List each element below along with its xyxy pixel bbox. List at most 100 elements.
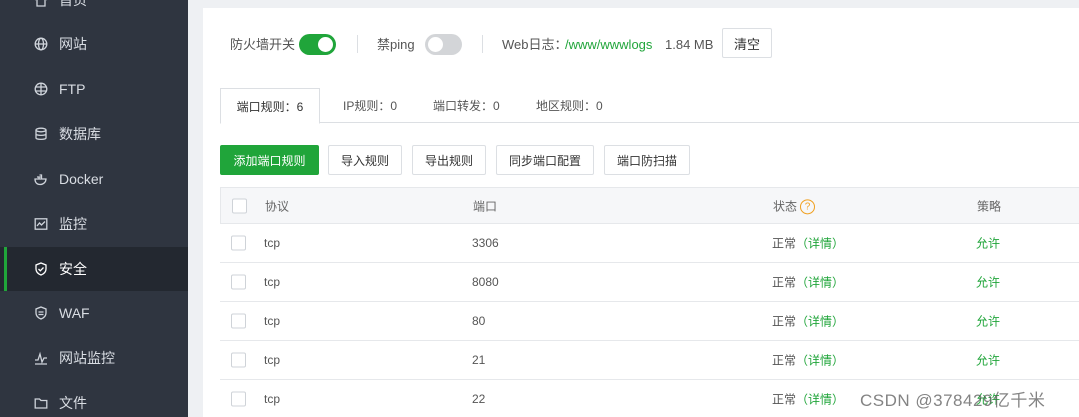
cell-policy: 允许	[976, 353, 1001, 368]
divider	[357, 35, 358, 53]
row-checkbox[interactable]	[231, 313, 246, 329]
sidebar: 首页 网站 FTP 数据库 Docker 监控 安全 WAF 网站监控 文件	[0, 0, 188, 417]
sidebar-item-waf[interactable]: WAF	[0, 291, 188, 335]
sidebar-item-home[interactable]: 首页	[0, 0, 188, 22]
import-rules-button[interactable]: 导入规则	[328, 145, 402, 175]
firewall-label: 防火墙开关	[230, 37, 296, 52]
table-header: 协议 端口 状态? 策略	[220, 187, 1079, 224]
detail-link[interactable]: （详情）	[796, 354, 844, 368]
ftp-globe-icon	[34, 82, 48, 96]
monitor-icon	[34, 217, 48, 231]
sidebar-item-label: FTP	[59, 81, 86, 97]
watermark: CSDN @378429亿千米	[860, 391, 1046, 410]
sync-port-config-button[interactable]: 同步端口配置	[496, 145, 594, 175]
sidebar-item-docker[interactable]: Docker	[0, 157, 188, 201]
toggle-knob	[318, 37, 333, 52]
sidebar-item-website[interactable]: 网站	[0, 22, 188, 66]
row-checkbox[interactable]	[231, 235, 246, 251]
tab-region-rules[interactable]: 地区规则：0	[536, 88, 603, 123]
cell-status: 正常（详情）	[772, 391, 844, 408]
status-text: 正常	[772, 236, 797, 251]
tab-port-forward[interactable]: 端口转发：0	[433, 88, 500, 123]
select-all-checkbox[interactable]	[232, 198, 247, 213]
firewall-toggle[interactable]	[299, 34, 336, 55]
toggle-knob	[428, 37, 443, 52]
firewall-toolbar: 防火墙开关 禁ping Web日志： /www/wwwlogs 1.84 MB …	[203, 8, 1079, 78]
cell-protocol: tcp	[264, 275, 281, 289]
ping-toggle[interactable]	[425, 34, 462, 55]
database-icon	[34, 127, 48, 141]
cell-policy: 允许	[976, 314, 1001, 329]
tab-ip-rules[interactable]: IP规则：0	[343, 88, 397, 123]
main-panel: 防火墙开关 禁ping Web日志： /www/wwwlogs 1.84 MB …	[203, 8, 1079, 417]
col-port: 端口	[473, 199, 498, 213]
export-rules-button[interactable]: 导出规则	[412, 145, 486, 175]
table-row: tcp 8080 正常（详情） 允许	[220, 263, 1079, 302]
sidebar-item-label: 数据库	[59, 126, 101, 142]
cell-status: 正常（详情）	[772, 313, 844, 330]
weblog-label: Web日志：	[502, 37, 568, 52]
cell-status: 正常（详情）	[772, 274, 844, 291]
sidebar-item-files[interactable]: 文件	[0, 381, 188, 417]
add-port-rule-button[interactable]: 添加端口规则	[220, 145, 319, 175]
detail-link[interactable]: （详情）	[796, 393, 844, 407]
col-status: 状态?	[773, 197, 816, 215]
status-text: 正常	[772, 275, 797, 290]
col-status-label: 状态	[773, 198, 798, 213]
detail-link[interactable]: （详情）	[796, 315, 844, 329]
globe-icon	[34, 37, 48, 51]
table-row: tcp 21 正常（详情） 允许	[220, 341, 1079, 380]
docker-icon	[34, 172, 48, 186]
weblog-size: 1.84 MB	[665, 37, 714, 52]
weblog-path-link[interactable]: /www/wwwlogs	[565, 37, 652, 53]
col-policy: 策略	[977, 199, 1002, 213]
pulse-icon	[34, 351, 48, 365]
sidebar-item-security[interactable]: 安全	[0, 247, 188, 291]
row-checkbox[interactable]	[231, 274, 246, 290]
cell-port: 80	[472, 314, 486, 328]
sidebar-item-label: 网站	[59, 36, 87, 52]
sidebar-item-label: 首页	[59, 0, 87, 8]
cell-policy: 允许	[976, 236, 1001, 251]
help-icon[interactable]: ?	[800, 199, 816, 215]
folder-icon	[34, 396, 48, 410]
sidebar-item-label: 文件	[59, 395, 87, 411]
cell-port: 21	[472, 353, 486, 367]
detail-link[interactable]: （详情）	[796, 276, 844, 290]
cell-status: 正常（详情）	[772, 235, 844, 252]
sidebar-item-label: 安全	[59, 261, 87, 277]
cell-protocol: tcp	[264, 236, 281, 250]
row-checkbox[interactable]	[231, 391, 246, 407]
port-anti-scan-button[interactable]: 端口防扫描	[604, 145, 690, 175]
sidebar-item-label: Docker	[59, 171, 104, 187]
tab-port-rules[interactable]: 端口规则：6	[220, 88, 320, 124]
cell-protocol: tcp	[264, 392, 281, 406]
cell-port: 3306	[472, 236, 499, 250]
sidebar-item-monitor[interactable]: 监控	[0, 202, 188, 246]
sidebar-item-label: 网站监控	[59, 350, 115, 366]
cell-policy: 允许	[976, 275, 1001, 290]
cell-protocol: tcp	[264, 353, 281, 367]
sidebar-item-label: WAF	[59, 305, 90, 321]
row-checkbox[interactable]	[231, 352, 246, 368]
detail-link[interactable]: （详情）	[796, 237, 844, 251]
cell-port: 22	[472, 392, 486, 406]
sidebar-item-database[interactable]: 数据库	[0, 112, 188, 156]
cell-port: 8080	[472, 275, 499, 289]
sidebar-item-ftp[interactable]: FTP	[0, 67, 188, 111]
home-icon	[34, 0, 48, 7]
status-text: 正常	[772, 353, 797, 368]
shield-check-icon	[34, 262, 48, 276]
col-protocol: 协议	[265, 199, 290, 213]
status-text: 正常	[772, 314, 797, 329]
sidebar-item-label: 监控	[59, 216, 87, 232]
cell-protocol: tcp	[264, 314, 281, 328]
ping-label: 禁ping	[377, 37, 415, 52]
table-row: tcp 80 正常（详情） 允许	[220, 302, 1079, 341]
rule-tabs: 端口规则：6 IP规则：0 端口转发：0 地区规则：0	[220, 88, 1079, 124]
cell-status: 正常（详情）	[772, 352, 844, 369]
sidebar-item-site-monitor[interactable]: 网站监控	[0, 336, 188, 380]
clear-log-button[interactable]: 清空	[722, 28, 772, 58]
table-row: tcp 3306 正常（详情） 允许	[220, 224, 1079, 263]
divider	[482, 35, 483, 53]
